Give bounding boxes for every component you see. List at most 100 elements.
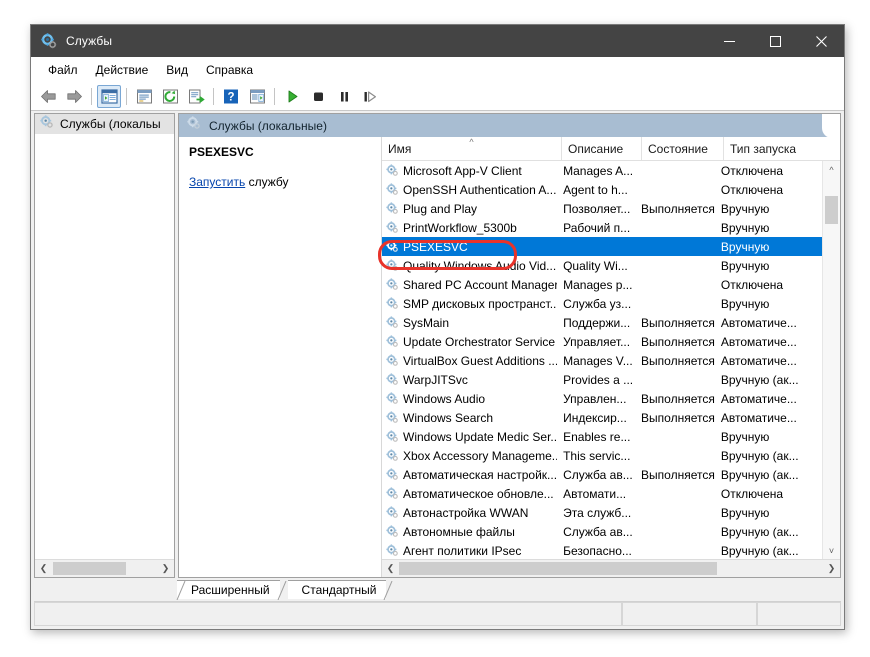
service-gear-icon — [386, 221, 399, 234]
toolbar-separator — [126, 88, 127, 105]
table-row[interactable]: Windows Update Medic Ser... Enables re...… — [382, 427, 822, 446]
service-gear-icon — [386, 335, 399, 348]
cell-startup-type: Вручную (ак... — [720, 543, 799, 558]
scroll-left-icon[interactable]: ❮ — [35, 560, 52, 577]
tab-standard[interactable]: Стандартный — [287, 580, 393, 601]
status-cell-2 — [622, 602, 757, 626]
table-row[interactable]: WarpJITSvc Provides a ... Вручную (ак... — [382, 370, 822, 389]
cell-state: Выполняется — [641, 391, 715, 406]
cell-description: Manages p... — [563, 277, 633, 292]
show-action-pane-icon[interactable] — [245, 85, 269, 108]
scroll-up-icon[interactable]: ^ — [823, 161, 840, 178]
cell-state: Выполняется — [641, 467, 715, 482]
menu-help[interactable]: Справка — [197, 60, 262, 80]
table-row[interactable]: Quality Windows Audio Vid... Quality Wi..… — [382, 256, 822, 275]
table-row[interactable]: VirtualBox Guest Additions ... Manages V.… — [382, 351, 822, 370]
forward-icon[interactable] — [62, 85, 86, 108]
list-vertical-scrollbar[interactable]: ^ ˅ — [822, 161, 840, 559]
view-tabs: Расширенный Стандартный — [31, 578, 844, 601]
service-gear-icon — [386, 259, 399, 272]
table-row[interactable]: Автономные файлы Служба ав... Вручную (ак.… — [382, 522, 822, 541]
properties-icon[interactable] — [132, 85, 156, 108]
scroll-left-icon[interactable]: ❮ — [382, 560, 399, 577]
table-row[interactable]: Агент политики IPsec Безопасно... Вручную … — [382, 541, 822, 559]
service-gear-icon — [386, 278, 399, 291]
maximize-button[interactable] — [752, 25, 798, 57]
cell-name: Автономные файлы — [382, 525, 557, 539]
list-rows: Microsoft App-V Client Manages A... Отключ… — [382, 161, 822, 559]
cell-startup-type: Автоматиче... — [720, 315, 797, 330]
minimize-button[interactable] — [706, 25, 752, 57]
table-row[interactable]: Microsoft App-V Client Manages A... Отключ… — [382, 161, 822, 180]
list-hscroll-track[interactable] — [399, 560, 823, 577]
start-service-link[interactable]: Запустить — [189, 175, 245, 189]
table-row[interactable]: Shared PC Account Manager Manages p... Отк… — [382, 275, 822, 294]
table-row[interactable]: OpenSSH Authentication A... Agent to h...… — [382, 180, 822, 199]
vscroll-thumb[interactable] — [825, 196, 838, 224]
table-row[interactable]: Windows Search Индексир... Выполняется Авто… — [382, 408, 822, 427]
tab-standard-label: Стандартный — [301, 583, 377, 597]
help-icon[interactable]: ? — [219, 85, 243, 108]
vscroll-track[interactable] — [823, 178, 840, 542]
table-row[interactable]: SMP дисковых пространст... Служба уз... Вр… — [382, 294, 822, 313]
cell-name: WarpJITSvc — [382, 373, 557, 387]
table-row[interactable]: Автоматическое обновле... Автомати... Откл… — [382, 484, 822, 503]
cell-name: Windows Update Medic Ser... — [382, 430, 557, 444]
tree-hscroll-thumb[interactable] — [53, 562, 126, 575]
service-gear-icon — [386, 316, 399, 329]
status-bar — [34, 601, 841, 626]
column-header-state[interactable]: Состояние — [642, 137, 724, 160]
table-row[interactable]: PrintWorkflow_5300b Рабочий п... Вручную — [382, 218, 822, 237]
cell-description: Enables re... — [563, 429, 631, 444]
cell-description: Manages V... — [563, 353, 633, 368]
scroll-down-icon[interactable]: ˅ — [823, 542, 840, 559]
tab-extended[interactable]: Расширенный — [176, 580, 287, 601]
tree-horizontal-scrollbar[interactable]: ❮ ❯ — [35, 559, 174, 577]
service-gear-icon — [386, 487, 399, 500]
cell-startup-type: Автоматиче... — [720, 353, 797, 368]
cell-description: Quality Wi... — [563, 258, 628, 273]
column-header-name[interactable]: Имя ^ — [382, 137, 562, 160]
service-name-label: SMP дисковых пространст... — [403, 296, 558, 311]
table-row[interactable]: Xbox Accessory Manageme... This servic...… — [382, 446, 822, 465]
column-header-startup-type[interactable]: Тип запуска — [724, 137, 834, 160]
menu-view[interactable]: Вид — [157, 60, 197, 80]
start-service-icon[interactable] — [280, 85, 304, 108]
tree-hscroll-track[interactable] — [52, 560, 157, 577]
menu-bar: Файл Действие Вид Справка — [31, 57, 844, 83]
cell-name: SysMain — [382, 316, 557, 330]
back-icon[interactable] — [36, 85, 60, 108]
restart-service-icon[interactable] — [358, 85, 382, 108]
table-row[interactable]: PSEXESVC Вручную — [382, 237, 822, 256]
cell-name: Xbox Accessory Manageme... — [382, 449, 557, 463]
tree-item-services-local[interactable]: Службы (локальы — [35, 114, 174, 134]
service-detail-panel: PSEXESVC Запустить службу — [179, 137, 381, 577]
list-horizontal-scrollbar[interactable]: ❮ ❯ — [382, 559, 840, 577]
table-row[interactable]: SysMain Поддержи... Выполняется Автоматиче.… — [382, 313, 822, 332]
table-row[interactable]: Update Orchestrator Service Управляет... В… — [382, 332, 822, 351]
scroll-right-icon[interactable]: ❯ — [823, 560, 840, 577]
cell-startup-type: Вручную — [720, 220, 770, 235]
refresh-icon[interactable] — [158, 85, 182, 108]
list-hscroll-thumb[interactable] — [399, 562, 717, 575]
table-row[interactable]: Plug and Play Позволяет... Выполняется Вруч… — [382, 199, 822, 218]
menu-file[interactable]: Файл — [39, 60, 87, 80]
cell-startup-type: Вручную (ак... — [720, 372, 799, 387]
scroll-right-icon[interactable]: ❯ — [157, 560, 174, 577]
show-hide-console-tree-icon[interactable] — [97, 85, 121, 108]
table-row[interactable]: Автонастройка WWAN Эта служб... Вручную — [382, 503, 822, 522]
menu-action[interactable]: Действие — [87, 60, 158, 80]
column-header-description[interactable]: Описание — [562, 137, 642, 160]
pause-service-icon[interactable] — [332, 85, 356, 108]
close-button[interactable] — [798, 25, 844, 57]
console-body: Службы (локальы ❮ ❯ Службы (локальные) P… — [31, 111, 844, 578]
service-gear-icon — [386, 449, 399, 462]
status-cell-3 — [757, 602, 841, 626]
export-list-icon[interactable] — [184, 85, 208, 108]
cell-name: Автонастройка WWAN — [382, 506, 557, 520]
table-row[interactable]: Автоматическая настройк... Служба ав... Вы… — [382, 465, 822, 484]
cell-startup-type: Отключена — [720, 486, 784, 501]
cell-description: Поддержи... — [563, 315, 631, 330]
table-row[interactable]: Windows Audio Управлен... Выполняется Автом… — [382, 389, 822, 408]
stop-service-icon[interactable] — [306, 85, 330, 108]
